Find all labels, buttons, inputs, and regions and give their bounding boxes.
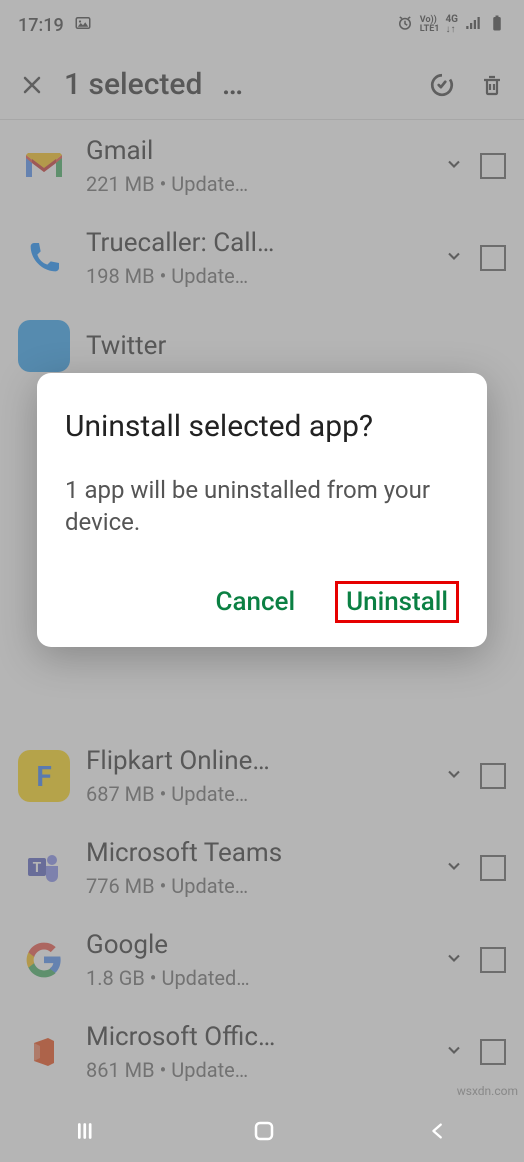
android-navbar (0, 1104, 524, 1162)
uninstall-dialog: Uninstall selected app? 1 app will be un… (37, 373, 487, 647)
dialog-title: Uninstall selected app? (65, 407, 459, 446)
cancel-button[interactable]: Cancel (206, 581, 306, 623)
home-button[interactable] (252, 1119, 276, 1147)
watermark: wsxdn.com (457, 1084, 518, 1098)
back-button[interactable] (427, 1120, 449, 1146)
dialog-message: 1 app will be uninstalled from your devi… (65, 474, 459, 539)
recents-button[interactable] (75, 1118, 101, 1148)
uninstall-button[interactable]: Uninstall (335, 581, 459, 623)
